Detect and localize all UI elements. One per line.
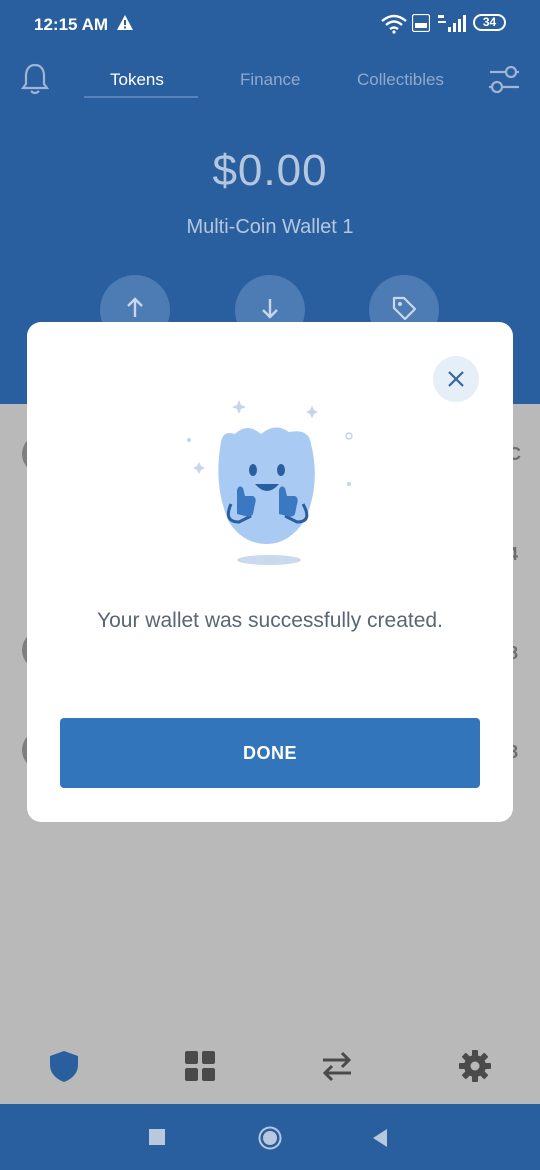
recent-apps-button[interactable] — [149, 1129, 165, 1145]
gear-icon[interactable] — [458, 1049, 492, 1083]
grid-icon[interactable] — [183, 1049, 217, 1083]
shield-icon[interactable] — [47, 1049, 81, 1083]
home-button[interactable] — [258, 1126, 282, 1150]
mascot-illustration — [187, 400, 353, 565]
success-message: Your wallet was successfully created. — [97, 609, 443, 632]
wallet-balance: $0.00 — [212, 146, 328, 195]
volte-icon — [412, 14, 430, 32]
bottom-nav — [0, 1030, 540, 1104]
signal-icon — [438, 15, 466, 32]
send-arrow-icon — [127, 297, 143, 317]
done-button[interactable]: DONE — [60, 718, 480, 788]
wifi-icon — [381, 14, 407, 34]
swap-icon[interactable] — [320, 1049, 354, 1083]
wallet-name[interactable]: Multi-Coin Wallet 1 — [0, 216, 540, 239]
tab-finance[interactable]: Finance — [240, 70, 300, 90]
status-time: 12:15 AM — [34, 15, 109, 34]
tab-tokens[interactable]: Tokens — [110, 70, 164, 90]
system-nav-bar — [0, 1104, 540, 1170]
battery-indicator: 34 — [473, 14, 506, 31]
wallet-created-dialog: Your wallet was successfully created. DO… — [27, 322, 513, 822]
settings-sliders-icon[interactable] — [488, 62, 520, 96]
tab-bar: Tokens Finance Collectibles — [70, 60, 470, 100]
bell-icon[interactable] — [20, 62, 50, 96]
back-button[interactable] — [371, 1128, 389, 1148]
tag-icon — [392, 296, 417, 321]
close-button[interactable] — [433, 356, 479, 402]
close-icon — [448, 371, 464, 387]
active-tab-indicator — [84, 96, 198, 98]
tab-collectibles[interactable]: Collectibles — [357, 70, 444, 90]
status-bar: 12:15 AM 34 — [0, 0, 540, 50]
receive-arrow-icon — [262, 299, 278, 319]
warning-icon — [117, 15, 133, 30]
